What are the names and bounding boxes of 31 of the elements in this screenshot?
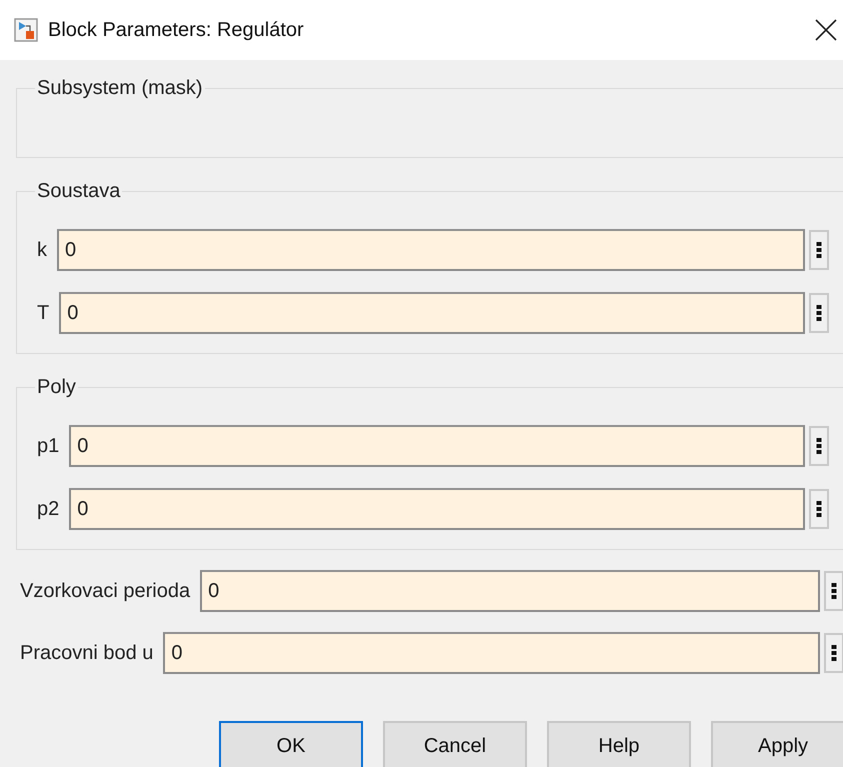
dialog-button[interactable]: Apply xyxy=(711,721,843,767)
input-field[interactable]: 0 xyxy=(69,425,805,467)
field-label: Vzorkovaci perioda xyxy=(20,579,192,604)
dialog-button[interactable]: OK xyxy=(219,721,363,767)
window-title: Block Parameters: Regulátor xyxy=(48,18,304,43)
kebab-icon xyxy=(816,241,822,259)
kebab-icon xyxy=(816,304,822,322)
input-field[interactable]: 0 xyxy=(57,229,805,271)
field-label: Pracovni bod u xyxy=(20,641,154,666)
field-label: k xyxy=(37,238,48,263)
options-button[interactable] xyxy=(809,489,829,529)
block-icon xyxy=(14,18,38,42)
options-button[interactable] xyxy=(809,426,829,466)
input-field[interactable]: 0 xyxy=(200,570,820,612)
field-label: T xyxy=(37,301,50,326)
close-icon[interactable] xyxy=(814,18,838,42)
kebab-icon xyxy=(816,500,822,518)
kebab-icon xyxy=(831,582,837,600)
input-field[interactable]: 0 xyxy=(59,292,805,334)
options-button[interactable] xyxy=(809,293,829,333)
kebab-icon xyxy=(816,437,822,455)
dialog-button[interactable]: Help xyxy=(547,721,691,767)
field-label: p1 xyxy=(37,434,60,459)
input-field[interactable]: 0 xyxy=(69,488,805,530)
options-button[interactable] xyxy=(809,230,829,270)
dialog-button[interactable]: Cancel xyxy=(383,721,527,767)
field-label: p2 xyxy=(37,497,60,522)
kebab-icon xyxy=(831,644,837,662)
options-button[interactable] xyxy=(824,571,843,611)
options-button[interactable] xyxy=(824,633,843,673)
input-field[interactable]: 0 xyxy=(163,632,820,674)
